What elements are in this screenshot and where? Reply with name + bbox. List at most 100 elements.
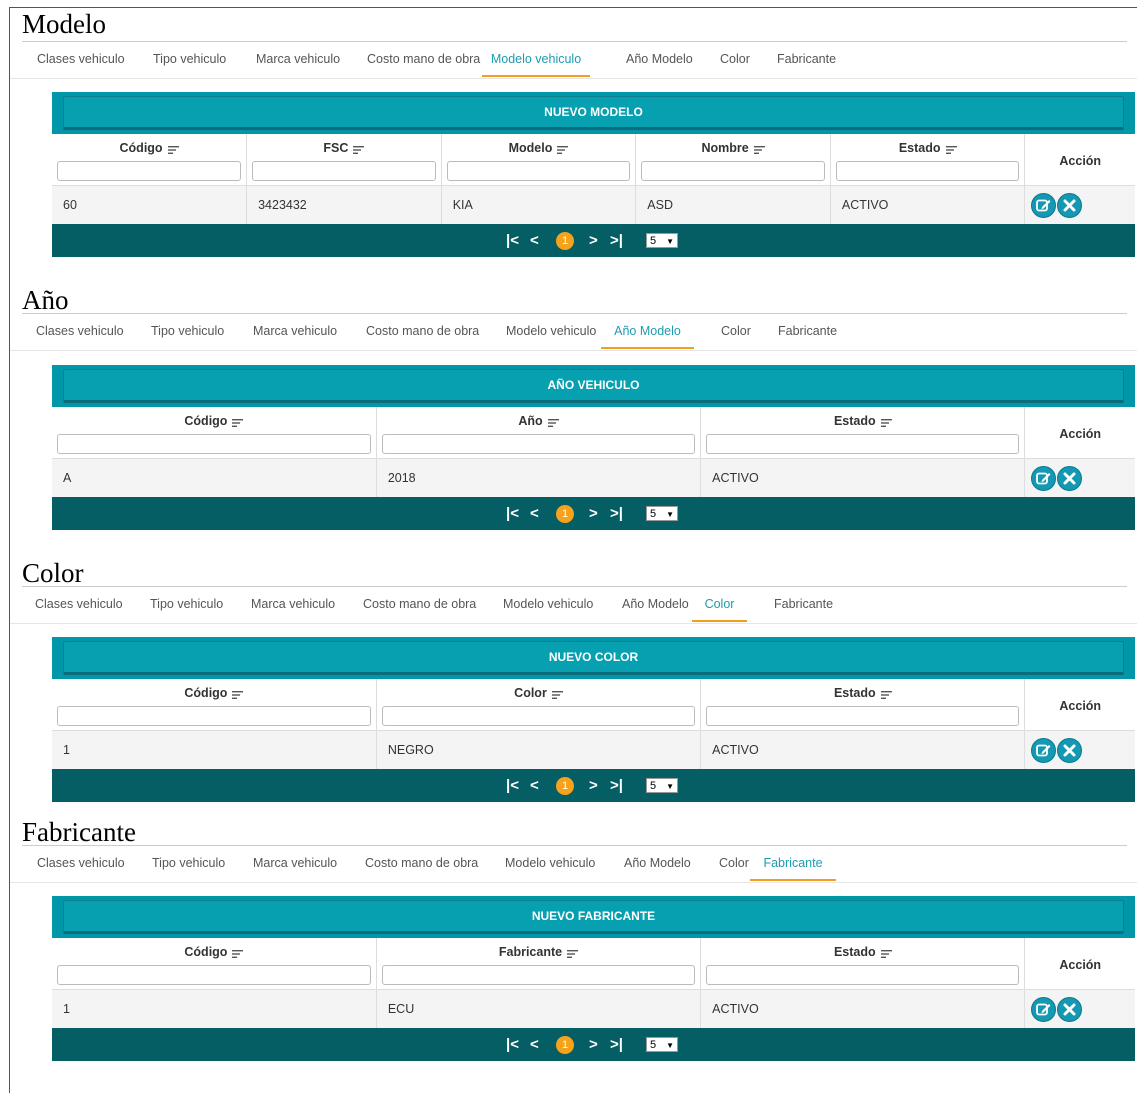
sort-icon[interactable] (353, 144, 365, 154)
sort-icon[interactable] (547, 417, 559, 427)
column-filter-input[interactable] (252, 161, 436, 181)
column-label[interactable]: Estado (834, 413, 876, 429)
next-page-button[interactable]: > (589, 224, 598, 257)
tab-modelo-vehiculo[interactable]: Modelo vehiculo (482, 42, 590, 77)
edit-icon[interactable] (1031, 996, 1057, 1022)
next-page-button[interactable]: > (589, 497, 598, 530)
column-filter-input[interactable] (706, 706, 1020, 726)
sort-icon[interactable] (232, 417, 244, 427)
column-filter-input[interactable] (706, 434, 1020, 454)
tab-costo-mano-de-obra[interactable]: Costo mano de obra (365, 846, 478, 881)
tab-año-modelo[interactable]: Año Modelo (626, 42, 693, 77)
table-row[interactable]: 1 ECU ACTIVO (52, 989, 1135, 1028)
edit-icon[interactable] (1031, 192, 1057, 218)
prev-page-button[interactable]: < (530, 1028, 539, 1061)
sort-icon[interactable] (753, 144, 765, 154)
first-page-button[interactable]: |< (506, 497, 519, 530)
delete-icon[interactable] (1057, 737, 1083, 763)
page-size-select[interactable]: 5 ▼ (646, 778, 678, 793)
current-page-badge[interactable]: 1 (556, 1036, 574, 1054)
last-page-button[interactable]: >| (610, 497, 623, 530)
sort-icon[interactable] (232, 948, 244, 958)
current-page-badge[interactable]: 1 (556, 505, 574, 523)
new-record-button[interactable]: NUEVO MODELO (63, 96, 1124, 130)
column-label[interactable]: Fabricante (499, 944, 562, 960)
sort-icon[interactable] (557, 144, 569, 154)
first-page-button[interactable]: |< (506, 224, 519, 257)
tab-marca-vehiculo[interactable]: Marca vehiculo (256, 42, 340, 77)
column-label[interactable]: Código (120, 140, 163, 156)
column-label[interactable]: Código (184, 413, 227, 429)
tab-costo-mano-de-obra[interactable]: Costo mano de obra (363, 587, 476, 622)
tab-marca-vehiculo[interactable]: Marca vehiculo (253, 314, 337, 349)
column-label[interactable]: Color (514, 685, 547, 701)
column-filter-input[interactable] (381, 706, 696, 726)
column-label[interactable]: Estado (834, 685, 876, 701)
tab-color[interactable]: Color (721, 314, 751, 349)
tab-modelo-vehiculo[interactable]: Modelo vehiculo (503, 587, 593, 622)
tab-modelo-vehiculo[interactable]: Modelo vehiculo (506, 314, 596, 349)
tab-color[interactable]: Color (692, 587, 747, 622)
first-page-button[interactable]: |< (506, 769, 519, 802)
tab-año-modelo[interactable]: Año Modelo (622, 587, 689, 622)
sort-icon[interactable] (945, 144, 957, 154)
delete-icon[interactable] (1057, 996, 1083, 1022)
page-size-select[interactable]: 5 ▼ (646, 506, 678, 521)
column-filter-input[interactable] (641, 161, 825, 181)
tab-costo-mano-de-obra[interactable]: Costo mano de obra (367, 42, 480, 77)
new-record-button[interactable]: AÑO VEHICULO (63, 369, 1124, 403)
prev-page-button[interactable]: < (530, 224, 539, 257)
last-page-button[interactable]: >| (610, 224, 623, 257)
sort-icon[interactable] (551, 689, 563, 699)
tab-color[interactable]: Color (720, 42, 750, 77)
column-label[interactable]: Año (518, 413, 542, 429)
delete-icon[interactable] (1057, 465, 1083, 491)
sort-icon[interactable] (567, 948, 579, 958)
prev-page-button[interactable]: < (530, 769, 539, 802)
new-record-button[interactable]: NUEVO FABRICANTE (63, 900, 1124, 934)
column-label[interactable]: Estado (899, 140, 941, 156)
last-page-button[interactable]: >| (610, 769, 623, 802)
tab-fabricante[interactable]: Fabricante (750, 846, 836, 881)
column-filter-input[interactable] (57, 965, 371, 985)
tab-clases-vehiculo[interactable]: Clases vehiculo (37, 846, 125, 881)
table-row[interactable]: 60 3423432 KIA ASD ACTIVO (52, 185, 1135, 224)
table-row[interactable]: A 2018 ACTIVO (52, 458, 1135, 497)
column-filter-input[interactable] (381, 434, 696, 454)
sort-icon[interactable] (232, 689, 244, 699)
tab-fabricante[interactable]: Fabricante (774, 587, 833, 622)
page-size-select[interactable]: 5 ▼ (646, 1037, 678, 1052)
column-filter-input[interactable] (57, 161, 242, 181)
edit-icon[interactable] (1031, 737, 1057, 763)
tab-modelo-vehiculo[interactable]: Modelo vehiculo (505, 846, 595, 881)
first-page-button[interactable]: |< (506, 1028, 519, 1061)
column-filter-input[interactable] (706, 965, 1020, 985)
next-page-button[interactable]: > (589, 1028, 598, 1061)
tab-tipo-vehiculo[interactable]: Tipo vehiculo (152, 846, 225, 881)
sort-icon[interactable] (880, 417, 892, 427)
edit-icon[interactable] (1031, 465, 1057, 491)
column-label[interactable]: Código (184, 944, 227, 960)
column-filter-input[interactable] (835, 161, 1020, 181)
tab-costo-mano-de-obra[interactable]: Costo mano de obra (366, 314, 479, 349)
column-filter-input[interactable] (381, 965, 696, 985)
tab-año-modelo[interactable]: Año Modelo (601, 314, 694, 349)
tab-clases-vehiculo[interactable]: Clases vehiculo (36, 314, 124, 349)
delete-icon[interactable] (1057, 192, 1083, 218)
tab-fabricante[interactable]: Fabricante (778, 314, 837, 349)
page-size-select[interactable]: 5 ▼ (646, 233, 678, 248)
tab-clases-vehiculo[interactable]: Clases vehiculo (35, 587, 123, 622)
tab-tipo-vehiculo[interactable]: Tipo vehiculo (153, 42, 226, 77)
new-record-button[interactable]: NUEVO COLOR (63, 641, 1124, 675)
column-label[interactable]: Estado (834, 944, 876, 960)
tab-tipo-vehiculo[interactable]: Tipo vehiculo (150, 587, 223, 622)
tab-fabricante[interactable]: Fabricante (777, 42, 836, 77)
sort-icon[interactable] (880, 689, 892, 699)
column-label[interactable]: Nombre (701, 140, 748, 156)
tab-marca-vehiculo[interactable]: Marca vehiculo (251, 587, 335, 622)
column-label[interactable]: Modelo (509, 140, 553, 156)
table-row[interactable]: 1 NEGRO ACTIVO (52, 730, 1135, 769)
next-page-button[interactable]: > (589, 769, 598, 802)
current-page-badge[interactable]: 1 (556, 777, 574, 795)
column-label[interactable]: FSC (323, 140, 348, 156)
